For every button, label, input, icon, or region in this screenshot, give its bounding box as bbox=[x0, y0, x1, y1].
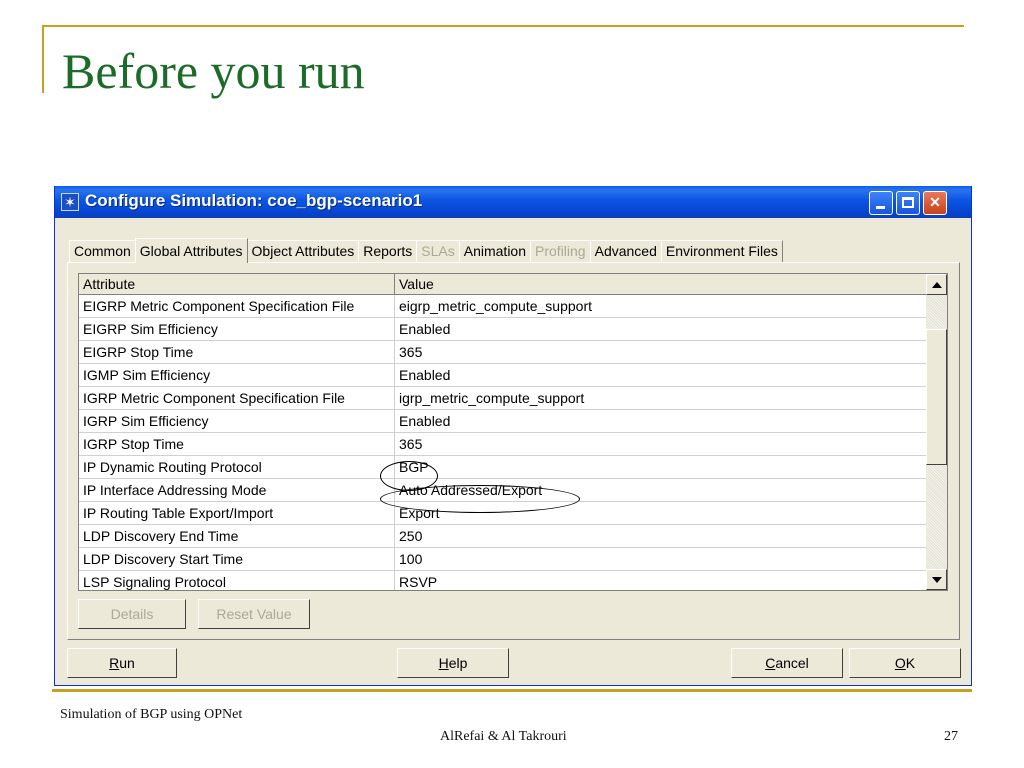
value-cell[interactable]: eigrp_metric_compute_support bbox=[395, 295, 926, 317]
run-label-rest: un bbox=[119, 655, 135, 671]
attribute-cell: IP Dynamic Routing Protocol bbox=[79, 456, 395, 478]
footer-center: AlRefai & Al Takrouri bbox=[440, 729, 567, 744]
value-cell[interactable]: 365 bbox=[395, 433, 926, 455]
attribute-cell: LSP Signaling Protocol bbox=[79, 571, 395, 590]
attribute-cell: LDP Discovery End Time bbox=[79, 525, 395, 547]
run-mnemonic: R bbox=[109, 655, 120, 671]
value-cell[interactable]: Enabled bbox=[395, 318, 926, 340]
help-label-rest: elp bbox=[448, 655, 468, 671]
tab-animation[interactable]: Animation bbox=[458, 240, 532, 262]
table-row[interactable]: LDP Discovery Start Time 100 bbox=[79, 548, 926, 571]
minimize-icon bbox=[876, 206, 885, 209]
slide-left-rule bbox=[42, 25, 44, 93]
scroll-up-button[interactable] bbox=[926, 274, 947, 295]
table-row[interactable]: EIGRP Stop Time 365 bbox=[79, 341, 926, 364]
tab-slas[interactable]: SLAs bbox=[416, 240, 460, 262]
slide-title: Before you run bbox=[62, 43, 365, 99]
run-button[interactable]: Run bbox=[67, 648, 177, 678]
scroll-thumb[interactable] bbox=[926, 329, 947, 465]
attribute-cell: IGRP Sim Efficiency bbox=[79, 410, 395, 432]
opnet-app-icon: ✶ bbox=[61, 193, 79, 211]
maximize-icon bbox=[902, 197, 914, 208]
table-row[interactable]: IGRP Stop Time 365 bbox=[79, 433, 926, 456]
value-cell[interactable]: Export bbox=[395, 502, 926, 524]
value-cell[interactable]: 365 bbox=[395, 341, 926, 363]
table-row[interactable]: IP Interface Addressing Mode Auto Address… bbox=[79, 479, 926, 502]
table-row[interactable]: EIGRP Sim Efficiency Enabled bbox=[79, 318, 926, 341]
scroll-down-button[interactable] bbox=[926, 569, 947, 590]
value-cell[interactable]: Auto Addressed/Export bbox=[395, 479, 926, 501]
details-button[interactable]: Details bbox=[78, 599, 186, 629]
tab-object-attributes[interactable]: Object Attributes bbox=[246, 240, 360, 262]
column-header-value[interactable]: Value bbox=[395, 274, 926, 294]
value-cell[interactable]: RSVP bbox=[395, 571, 926, 590]
window-title: Configure Simulation: coe_bgp-scenario1 bbox=[85, 191, 423, 210]
ok-button[interactable]: OK bbox=[849, 648, 961, 678]
footer-left: Simulation of BGP using OPNet bbox=[60, 707, 243, 722]
value-cell[interactable]: Enabled bbox=[395, 410, 926, 432]
column-header-attribute[interactable]: Attribute bbox=[79, 274, 395, 294]
table-row[interactable]: IP Routing Table Export/Import Export bbox=[79, 502, 926, 525]
page-number: 27 bbox=[944, 729, 958, 744]
minimize-button[interactable] bbox=[869, 191, 893, 215]
tab-global-attributes[interactable]: Global Attributes bbox=[134, 238, 248, 263]
value-cell[interactable]: igrp_metric_compute_support bbox=[395, 387, 926, 409]
attribute-cell: EIGRP Sim Efficiency bbox=[79, 318, 395, 340]
attribute-cell: EIGRP Metric Component Specification Fil… bbox=[79, 295, 395, 317]
reset-value-button[interactable]: Reset Value bbox=[198, 599, 310, 629]
value-cell[interactable]: 250 bbox=[395, 525, 926, 547]
tab-environment-files[interactable]: Environment Files bbox=[660, 240, 783, 262]
maximize-button[interactable] bbox=[896, 191, 920, 215]
help-button[interactable]: Help bbox=[397, 648, 509, 678]
tab-common[interactable]: Common bbox=[69, 240, 136, 262]
vertical-scrollbar[interactable] bbox=[926, 274, 947, 590]
help-mnemonic: H bbox=[438, 655, 449, 671]
attribute-cell: IGRP Metric Component Specification File bbox=[79, 387, 395, 409]
configure-simulation-dialog: ✶ Configure Simulation: coe_bgp-scenario… bbox=[54, 186, 972, 686]
attribute-grid: Attribute Value EIGRP Metric Component S… bbox=[78, 273, 948, 591]
slide-bottom-rule bbox=[52, 689, 972, 692]
tab-reports[interactable]: Reports bbox=[358, 240, 418, 262]
cancel-button[interactable]: Cancel bbox=[731, 648, 843, 678]
table-row[interactable]: IGMP Sim Efficiency Enabled bbox=[79, 364, 926, 387]
arrow-down-icon bbox=[932, 577, 942, 583]
value-cell[interactable]: 100 bbox=[395, 548, 926, 570]
grid-header: Attribute Value bbox=[79, 274, 926, 295]
attribute-cell: IP Routing Table Export/Import bbox=[79, 502, 395, 524]
table-row[interactable]: LSP Signaling Protocol RSVP bbox=[79, 571, 926, 590]
table-row[interactable]: IP Dynamic Routing Protocol BGP bbox=[79, 456, 926, 479]
table-row[interactable]: EIGRP Metric Component Specification Fil… bbox=[79, 295, 926, 318]
table-row[interactable]: IGRP Metric Component Specification File… bbox=[79, 387, 926, 410]
value-cell[interactable]: BGP bbox=[395, 456, 926, 478]
value-cell[interactable]: Enabled bbox=[395, 364, 926, 386]
attribute-cell: IGMP Sim Efficiency bbox=[79, 364, 395, 386]
table-row[interactable]: LDP Discovery End Time 250 bbox=[79, 525, 926, 548]
tab-strip: Common Global Attributes Object Attributes… bbox=[69, 238, 783, 263]
slide-top-rule bbox=[42, 25, 964, 27]
close-icon: ✕ bbox=[929, 194, 941, 210]
attribute-cell: LDP Discovery Start Time bbox=[79, 548, 395, 570]
cancel-label-rest: ancel bbox=[775, 655, 809, 671]
attribute-cell: IGRP Stop Time bbox=[79, 433, 395, 455]
ok-mnemonic: O bbox=[894, 655, 906, 671]
global-attributes-panel: Attribute Value EIGRP Metric Component S… bbox=[67, 262, 960, 640]
close-button[interactable]: ✕ bbox=[923, 191, 947, 215]
window-titlebar[interactable]: ✶ Configure Simulation: coe_bgp-scenario… bbox=[55, 186, 971, 218]
attribute-cell: IP Interface Addressing Mode bbox=[79, 479, 395, 501]
grid-rows: EIGRP Metric Component Specification Fil… bbox=[79, 295, 926, 590]
ok-label-rest: K bbox=[905, 655, 916, 671]
tab-profiling[interactable]: Profiling bbox=[530, 240, 591, 262]
table-row[interactable]: IGRP Sim Efficiency Enabled bbox=[79, 410, 926, 433]
tab-advanced[interactable]: Advanced bbox=[589, 240, 662, 262]
arrow-up-icon bbox=[932, 282, 942, 288]
attribute-cell: EIGRP Stop Time bbox=[79, 341, 395, 363]
cancel-mnemonic: C bbox=[765, 655, 776, 671]
